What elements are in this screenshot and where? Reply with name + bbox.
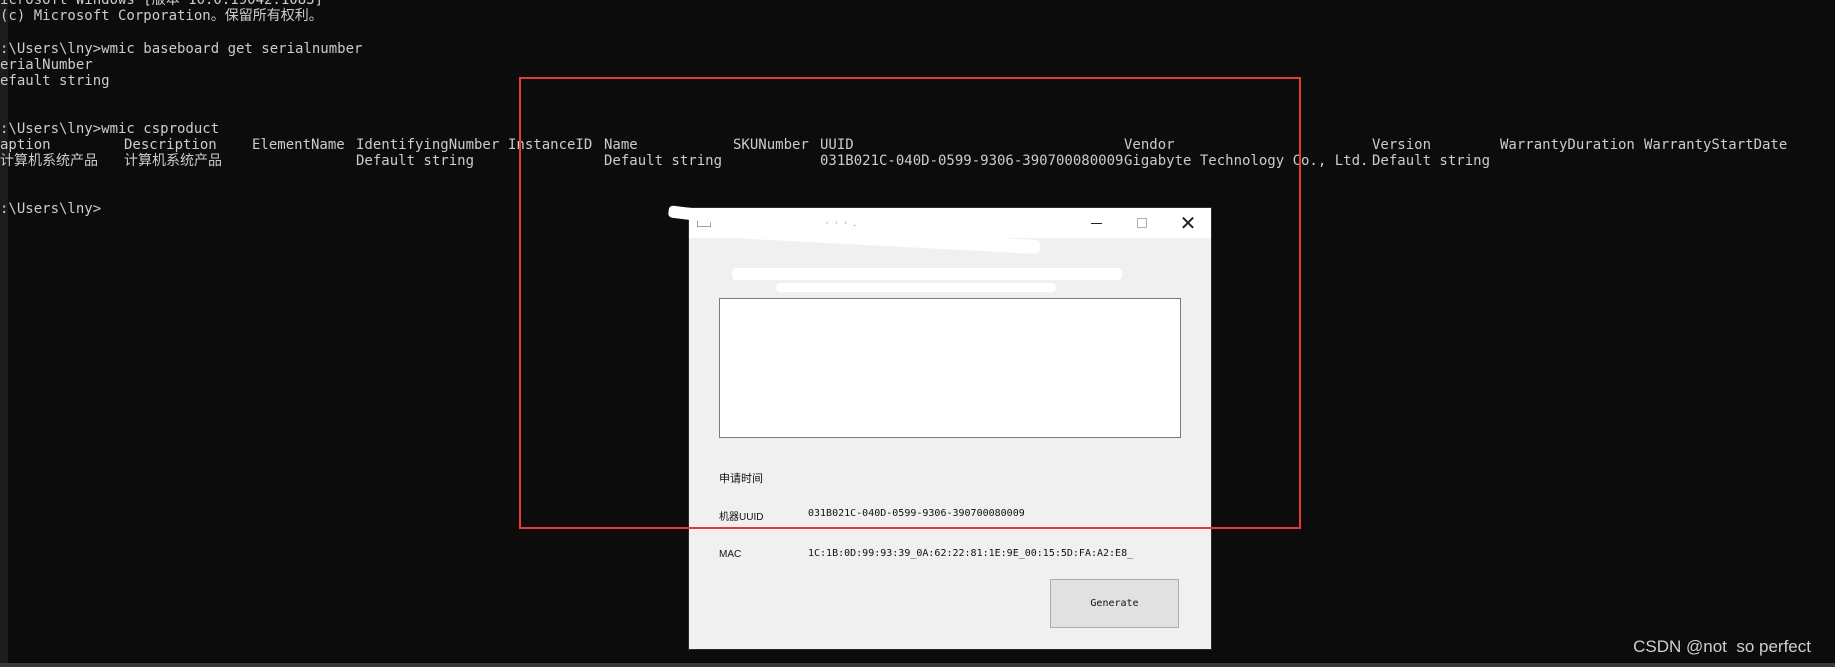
- table-header-description: Description: [124, 137, 217, 153]
- mac-value: 1C:1B:0D:99:93:39_0A:62:22:81:1E:9E_00:1…: [808, 548, 1134, 559]
- table-cell-version: Default string: [1372, 153, 1491, 169]
- table-cell-caption: 计算机系统产品: [0, 153, 98, 169]
- maximize-icon: [1137, 218, 1147, 228]
- table-header-warrantystartdate: WarrantyStartDate: [1644, 137, 1788, 153]
- machine-uuid-value: 031B021C-040D-0599-9306-390700080009: [808, 508, 1025, 519]
- window-title: · · · .: [825, 215, 858, 229]
- table-header-caption: aption: [0, 137, 51, 153]
- machine-uuid-label: 机器UUID: [719, 512, 764, 523]
- table-header-identifyingnumber: IdentifyingNumber: [356, 137, 500, 153]
- console-line: :\Users\lny>wmic csproduct: [0, 121, 220, 137]
- console-line: icrosoft Windows [版本 10.0.19042.1083]: [0, 0, 324, 8]
- redaction-mark: [732, 268, 1122, 280]
- console-line: :\Users\lny>wmic baseboard get serialnum…: [0, 41, 363, 57]
- table-header-instanceid: InstanceID: [508, 137, 593, 153]
- table-cell-vendor: Gigabyte Technology Co., Ltd.: [1124, 153, 1369, 169]
- table-cell-description: 计算机系统产品: [124, 153, 222, 169]
- table-header-name: Name: [604, 137, 638, 153]
- console-left-edge: [0, 0, 8, 667]
- mac-label: MAC: [719, 549, 742, 560]
- minimize-icon: [1090, 222, 1102, 224]
- table-header-vendor: Vendor: [1124, 137, 1175, 153]
- maximize-button[interactable]: [1119, 208, 1165, 238]
- table-cell-identifyingnumber: Default string: [356, 153, 475, 169]
- table-header-version: Version: [1372, 137, 1432, 153]
- console-line: erialNumber: [0, 57, 93, 73]
- watermark: CSDN @not so perfect: [1633, 637, 1811, 656]
- console-bottom-edge: [0, 663, 1835, 667]
- close-button[interactable]: ✕: [1165, 208, 1211, 238]
- table-header-uuid: UUID: [820, 137, 854, 153]
- redaction-mark: [776, 283, 1056, 292]
- table-cell-name: Default string: [604, 153, 723, 169]
- apply-time-label: 申请时间: [719, 473, 763, 485]
- table-header-warrantyduration: WarrantyDuration: [1500, 137, 1635, 153]
- console-prompt: :\Users\lny>: [0, 201, 102, 217]
- console-line: (c) Microsoft Corporation。保留所有权利。: [0, 8, 323, 24]
- table-header-elementname: ElementName: [252, 137, 345, 153]
- minimize-button[interactable]: [1073, 208, 1119, 238]
- console-line: efault string: [0, 73, 110, 89]
- table-header-skunumber: SKUNumber: [733, 137, 809, 153]
- table-cell-uuid: 031B021C-040D-0599-9306-390700080009: [820, 153, 1124, 169]
- license-textarea[interactable]: [719, 298, 1181, 438]
- generate-button[interactable]: Generate: [1050, 579, 1179, 628]
- close-icon: ✕: [1179, 211, 1197, 235]
